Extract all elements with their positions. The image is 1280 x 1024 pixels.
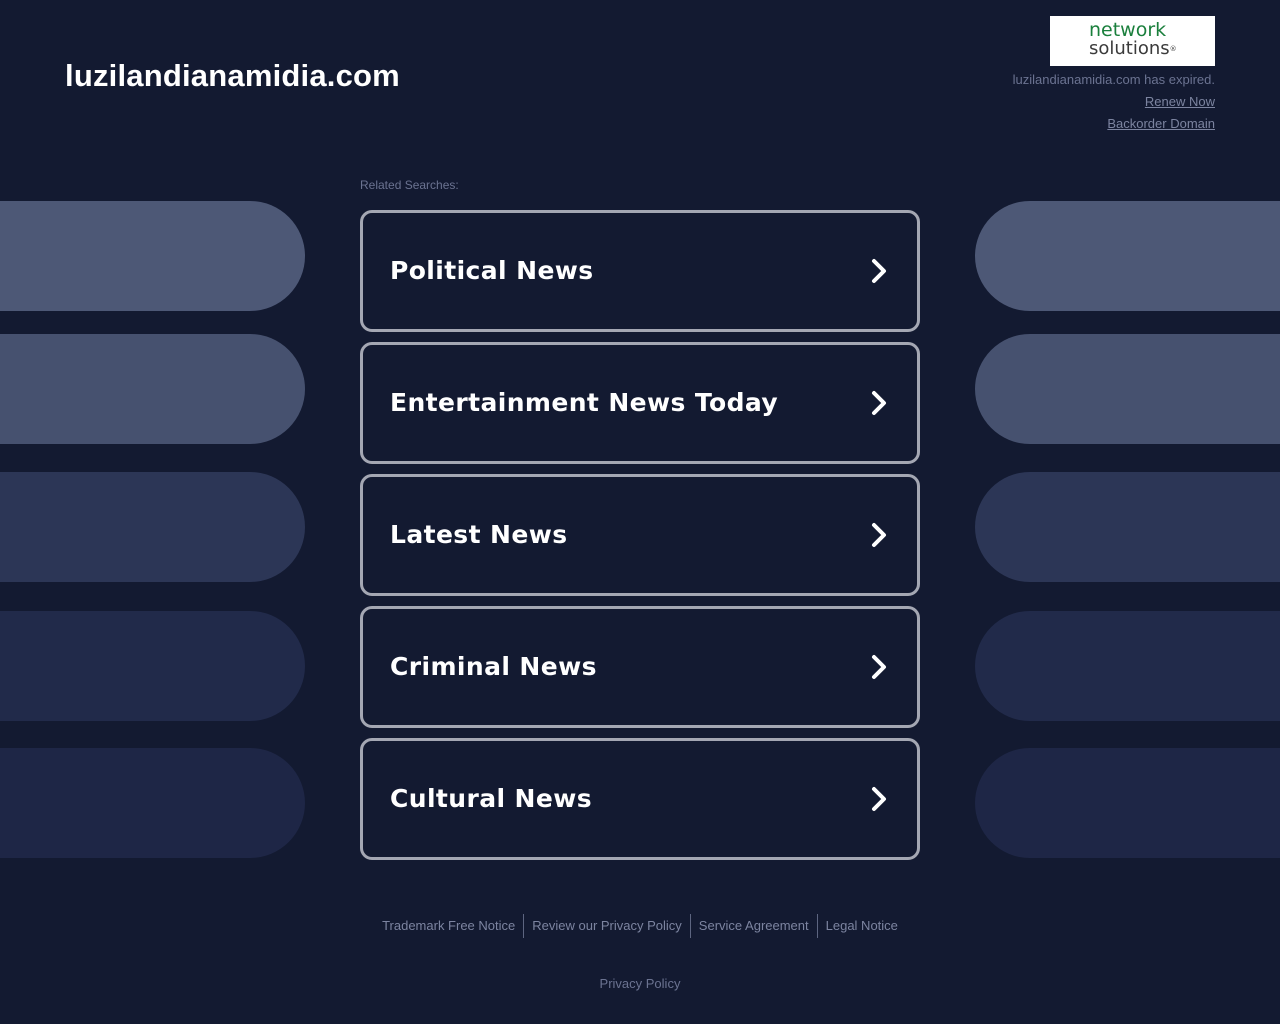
related-searches-label: Related Searches: [360,178,459,192]
decor-pill-right-1 [975,201,1280,311]
renew-now-link[interactable]: Renew Now [1013,94,1215,109]
backorder-domain-link[interactable]: Backorder Domain [1013,116,1215,131]
footer-link-trademark-free-notice[interactable]: Trademark Free Notice [374,914,523,938]
decor-pill-right-3 [975,472,1280,582]
brand-line2-text: solutions [1089,38,1170,59]
chevron-right-icon [872,391,886,415]
decor-pill-left-3 [0,472,305,582]
decor-pill-right-5 [975,748,1280,858]
decor-pill-left-5 [0,748,305,858]
search-link-label: Entertainment News Today [390,388,779,417]
chevron-right-icon [872,655,886,679]
decor-pill-left-1 [0,201,305,311]
search-link-entertainment-news-today[interactable]: Entertainment News Today [360,342,920,464]
network-solutions-logo[interactable]: network solutions® [1050,16,1215,66]
decor-pill-right-4 [975,611,1280,721]
search-link-label: Political News [390,256,594,285]
chevron-right-icon [872,259,886,283]
footer-link-legal-notice[interactable]: Legal Notice [818,914,906,938]
parked-domain-page: luzilandianamidia.com network solutions®… [0,0,1280,1024]
footer-link-service-agreement[interactable]: Service Agreement [691,914,817,938]
chevron-right-icon [872,523,886,547]
domain-title: luzilandianamidia.com [65,58,400,93]
search-link-label: Latest News [390,520,568,549]
search-link-label: Criminal News [390,652,597,681]
footer-link-review-privacy-policy[interactable]: Review our Privacy Policy [524,914,690,938]
search-link-political-news[interactable]: Political News [360,210,920,332]
chevron-right-icon [872,787,886,811]
search-link-latest-news[interactable]: Latest News [360,474,920,596]
brand-reg-mark: ® [1169,45,1177,53]
brand-line2: solutions® [1089,40,1177,58]
footer-links: Trademark Free Notice Review our Privacy… [0,914,1280,938]
search-link-cultural-news[interactable]: Cultural News [360,738,920,860]
decor-pill-left-4 [0,611,305,721]
expired-info: luzilandianamidia.com has expired. Renew… [1013,72,1215,131]
expired-text: luzilandianamidia.com has expired. [1012,72,1215,87]
privacy-policy-link[interactable]: Privacy Policy [600,976,681,991]
privacy-policy: Privacy Policy [0,976,1280,991]
decor-pill-right-2 [975,334,1280,444]
search-link-criminal-news[interactable]: Criminal News [360,606,920,728]
search-link-label: Cultural News [390,784,592,813]
decor-pill-left-2 [0,334,305,444]
